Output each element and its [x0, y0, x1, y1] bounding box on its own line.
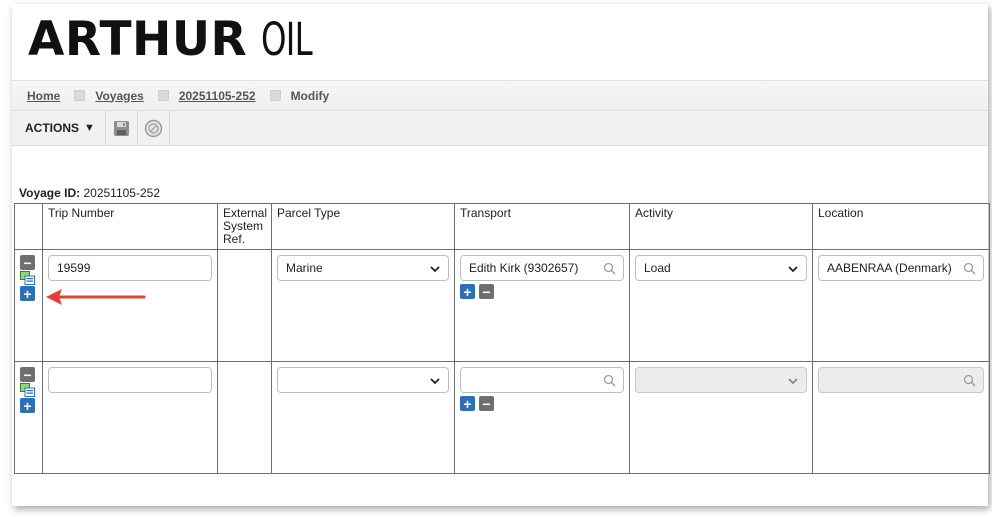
cell-transport: + − — [454, 361, 630, 474]
save-button[interactable] — [106, 111, 138, 145]
table-header-row: Trip Number External System Ref. Parcel … — [14, 203, 990, 250]
row-controls: − + — [14, 361, 43, 474]
location-value: AABENRAA (Denmark) — [827, 261, 952, 275]
table-row: − + 19599 Marine Edith Kirk (9302657) + … — [14, 249, 990, 362]
breadcrumb-separator — [74, 90, 86, 101]
copy-row-icon[interactable] — [20, 271, 35, 285]
chevron-down-icon — [430, 378, 440, 385]
header-external-ref: External System Ref. — [217, 203, 272, 250]
voyage-id-value: 20251105-252 — [83, 186, 160, 200]
trip-number-input[interactable]: 19599 — [48, 255, 212, 281]
caret-down-icon: ▼ — [84, 122, 95, 134]
voyage-id: Voyage ID: 20251105-252 — [19, 186, 160, 200]
remove-transport-button[interactable]: − — [479, 284, 494, 299]
breadcrumb-separator — [269, 90, 281, 101]
cell-transport: Edith Kirk (9302657) + − — [454, 249, 630, 362]
actions-label: ACTIONS — [25, 121, 79, 135]
trips-table: Trip Number External System Ref. Parcel … — [14, 203, 990, 474]
remove-row-button[interactable]: − — [20, 367, 35, 382]
breadcrumb: Home Voyages 20251105-252 Modify — [12, 80, 988, 110]
parcel-type-select[interactable] — [277, 367, 449, 393]
app-window: ARTHUR OIL Home Voyages 20251105-252 Mod… — [12, 4, 990, 506]
chevron-down-icon — [430, 266, 440, 273]
cell-external-ref — [217, 249, 272, 362]
header-trip-number: Trip Number — [42, 203, 218, 250]
activity-value: Load — [644, 261, 671, 275]
location-lookup-input[interactable] — [818, 367, 984, 393]
cell-trip-number: 19599 — [42, 249, 218, 362]
cell-external-ref — [217, 361, 272, 474]
actions-menu-button[interactable]: ACTIONS ▼ — [12, 111, 106, 145]
logo-main-text: ARTHUR — [28, 12, 248, 67]
add-row-button[interactable]: + — [20, 286, 35, 301]
breadcrumb-voyage-id[interactable]: 20251105-252 — [179, 89, 256, 103]
chevron-down-icon — [788, 266, 798, 273]
activity-select[interactable]: Load — [635, 255, 807, 281]
search-icon[interactable] — [603, 374, 616, 387]
breadcrumb-home[interactable]: Home — [27, 89, 60, 103]
header-transport: Transport — [454, 203, 630, 250]
trip-number-input[interactable] — [48, 367, 212, 393]
cell-location: AABENRAA (Denmark) — [812, 249, 990, 362]
header-controls — [14, 203, 43, 250]
cell-trip-number — [42, 361, 218, 474]
location-lookup-input[interactable]: AABENRAA (Denmark) — [818, 255, 984, 281]
search-icon[interactable] — [603, 262, 616, 275]
toolbar: ACTIONS ▼ — [12, 110, 988, 146]
chevron-down-icon — [788, 378, 798, 385]
arthur-oil-logo: ARTHUR OIL — [28, 12, 332, 72]
add-transport-button[interactable]: + — [460, 396, 475, 411]
cell-activity — [629, 361, 813, 474]
copy-row-icon[interactable] — [20, 383, 35, 397]
logo-sub-text: OIL — [261, 13, 313, 66]
header-activity: Activity — [629, 203, 813, 250]
cell-parcel-type: Marine — [271, 249, 455, 362]
parcel-type-select[interactable]: Marine — [277, 255, 449, 281]
row-controls: − + — [14, 249, 43, 362]
cancel-icon — [144, 119, 163, 137]
activity-select[interactable] — [635, 367, 807, 393]
parcel-type-value: Marine — [286, 261, 323, 275]
transport-value: Edith Kirk (9302657) — [469, 261, 579, 275]
header-parcel-type: Parcel Type — [271, 203, 455, 250]
breadcrumb-voyages[interactable]: Voyages — [95, 89, 143, 103]
transport-lookup-input[interactable]: Edith Kirk (9302657) — [460, 255, 624, 281]
table-row: − + + − — [14, 361, 990, 474]
add-transport-button[interactable]: + — [460, 284, 475, 299]
save-icon — [113, 120, 129, 136]
breadcrumb-current: Modify — [290, 88, 330, 103]
breadcrumb-separator — [157, 90, 169, 101]
header-location: Location — [812, 203, 990, 250]
remove-row-button[interactable]: − — [20, 255, 35, 270]
voyage-id-label: Voyage ID: — [19, 186, 81, 200]
transport-lookup-input[interactable] — [460, 367, 624, 393]
cell-parcel-type — [271, 361, 455, 474]
cancel-button[interactable] — [138, 111, 170, 145]
remove-transport-button[interactable]: − — [479, 396, 494, 411]
cell-location — [812, 361, 990, 474]
add-row-button[interactable]: + — [20, 398, 35, 413]
search-icon[interactable] — [963, 374, 976, 387]
search-icon[interactable] — [963, 262, 976, 275]
cell-activity: Load — [629, 249, 813, 362]
